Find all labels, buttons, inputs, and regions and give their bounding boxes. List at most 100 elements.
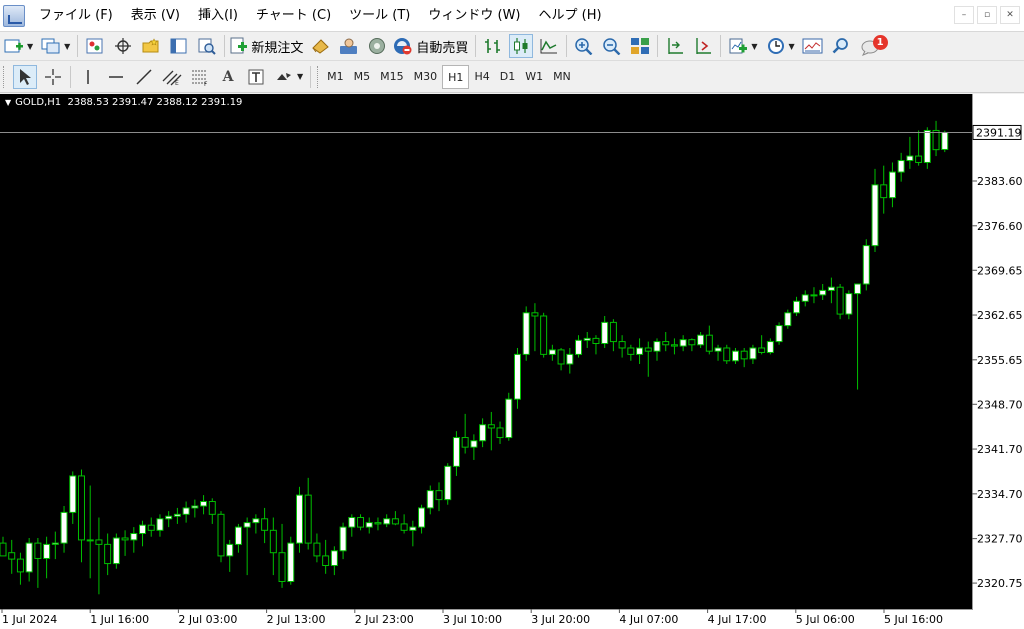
minimize-icon[interactable]: – — [954, 6, 974, 24]
chevron-down-icon[interactable]: ▼ — [27, 42, 33, 51]
trendline-button[interactable] — [132, 65, 156, 89]
tf-m30[interactable]: M30 — [409, 65, 443, 89]
app-icon[interactable] — [3, 4, 25, 27]
notifications-button[interactable]: 1 — [861, 34, 888, 58]
menu-view[interactable]: 表示 (V) — [122, 0, 189, 32]
candle — [862, 239, 870, 291]
auto-trading-button[interactable]: 自動売買 — [393, 34, 470, 58]
candle-body — [723, 347, 731, 362]
new-order-button[interactable]: 新規注文 — [230, 34, 305, 58]
candle-body — [548, 349, 556, 355]
tf-w1[interactable]: W1 — [520, 65, 548, 89]
menu-tools[interactable]: ツール (T) — [340, 0, 419, 32]
candle — [775, 322, 783, 345]
candle-body — [25, 542, 33, 573]
strategy-tester-button[interactable] — [195, 34, 219, 58]
chevron-down-icon[interactable]: ▼ — [64, 42, 70, 51]
x-tick-label: 2 Jul 03:00 — [178, 613, 237, 626]
candle — [444, 463, 452, 505]
x-tick-label: 4 Jul 17:00 — [708, 613, 767, 626]
candle-body — [505, 398, 513, 439]
notification-badge: 1 — [872, 35, 888, 50]
equidistant-channel-button[interactable]: E — [160, 65, 184, 89]
navigator-button[interactable] — [139, 34, 163, 58]
profiles-button[interactable] — [39, 34, 63, 58]
arrows-button[interactable] — [272, 65, 296, 89]
bar-chart-button[interactable] — [481, 34, 505, 58]
chart-shift-button[interactable] — [663, 34, 687, 58]
candle — [522, 306, 530, 361]
candle-body — [77, 475, 85, 541]
market-watch-button[interactable] — [83, 34, 107, 58]
text-label-button[interactable] — [244, 65, 268, 89]
candle-body — [627, 347, 635, 355]
restore-icon[interactable]: ▫ — [977, 6, 997, 24]
candle-body — [322, 555, 330, 566]
candlestick-button[interactable] — [509, 34, 534, 58]
market-button[interactable] — [365, 34, 389, 58]
templates-icon — [802, 38, 823, 54]
new-order-icon — [230, 37, 248, 54]
candle — [505, 392, 513, 441]
terminal-button[interactable] — [167, 34, 191, 58]
close-icon[interactable]: ✕ — [1000, 6, 1020, 24]
templates-button[interactable] — [801, 34, 825, 58]
toolbar-grip[interactable] — [3, 65, 6, 88]
menu-window[interactable]: ウィンドウ (W) — [419, 0, 529, 32]
signals-button[interactable] — [337, 34, 361, 58]
chevron-down-icon[interactable]: ▼ — [751, 42, 757, 51]
candle-body — [8, 552, 16, 560]
tf-d1[interactable]: D1 — [495, 65, 520, 89]
candle-body — [357, 517, 365, 528]
metaeditor-button[interactable] — [309, 34, 333, 58]
candle-body — [766, 341, 774, 353]
text-button[interactable]: A — [216, 65, 240, 89]
candle-body — [426, 490, 434, 509]
crosshair-button[interactable] — [41, 65, 65, 89]
text-label-icon — [248, 69, 264, 84]
tf-mn[interactable]: MN — [548, 65, 576, 89]
menu-chart[interactable]: チャート (C) — [247, 0, 340, 32]
toolbar-separator — [566, 35, 568, 57]
tf-m15[interactable]: M15 — [375, 65, 409, 89]
periods-button[interactable] — [764, 34, 788, 58]
timeframes-toolbar: M1 M5 M15 M30 H1 H4 D1 W1 MN — [322, 64, 576, 89]
candle-body — [43, 543, 51, 559]
chevron-down-icon[interactable]: ▼ — [297, 72, 303, 81]
horizontal-line-button[interactable] — [104, 65, 128, 89]
fibonacci-button[interactable]: F — [188, 65, 212, 89]
zoom-in-button[interactable] — [572, 34, 596, 58]
y-tick-label: 2383.60 — [977, 175, 1023, 188]
tf-m5[interactable]: M5 — [349, 65, 376, 89]
toolbar-separator — [310, 65, 312, 88]
chart-window[interactable]: 2383.60 2376.60 2369.65 2362.65 2355.65 2348.… — [0, 94, 1024, 629]
toolbar-separator — [657, 35, 659, 57]
cursor-button[interactable] — [13, 64, 37, 89]
price-chart[interactable]: 2383.60 2376.60 2369.65 2362.65 2355.65 2348.… — [0, 94, 1024, 629]
candle-body — [348, 517, 356, 528]
new-chart-icon — [4, 39, 23, 53]
toolbar-grip[interactable] — [317, 65, 320, 88]
tile-windows-button[interactable] — [628, 34, 652, 58]
line-chart-button[interactable] — [537, 34, 561, 58]
x-tick-label: 3 Jul 20:00 — [531, 613, 590, 626]
data-window-button[interactable] — [111, 34, 135, 58]
candle — [836, 284, 844, 320]
vertical-line-button[interactable] — [76, 65, 100, 89]
tf-h1[interactable]: H1 — [442, 64, 470, 89]
chevron-down-icon[interactable]: ▼ — [789, 42, 795, 51]
auto-scroll-icon — [696, 38, 712, 54]
menu-file[interactable]: ファイル (F) — [30, 0, 122, 32]
indicators-button[interactable] — [726, 34, 750, 58]
search-button[interactable] — [829, 34, 853, 58]
auto-scroll-button[interactable] — [691, 34, 715, 58]
menu-insert[interactable]: 挿入(I) — [189, 0, 247, 32]
zoom-out-button[interactable] — [600, 34, 624, 58]
candle-body — [104, 543, 112, 565]
menu-help[interactable]: ヘルプ (H) — [530, 0, 611, 32]
candle-body — [444, 465, 452, 501]
tf-h4[interactable]: H4 — [469, 65, 494, 89]
x-tick-label: 4 Jul 07:00 — [619, 613, 678, 626]
tf-m1[interactable]: M1 — [322, 65, 349, 89]
new-chart-button[interactable] — [2, 34, 26, 58]
